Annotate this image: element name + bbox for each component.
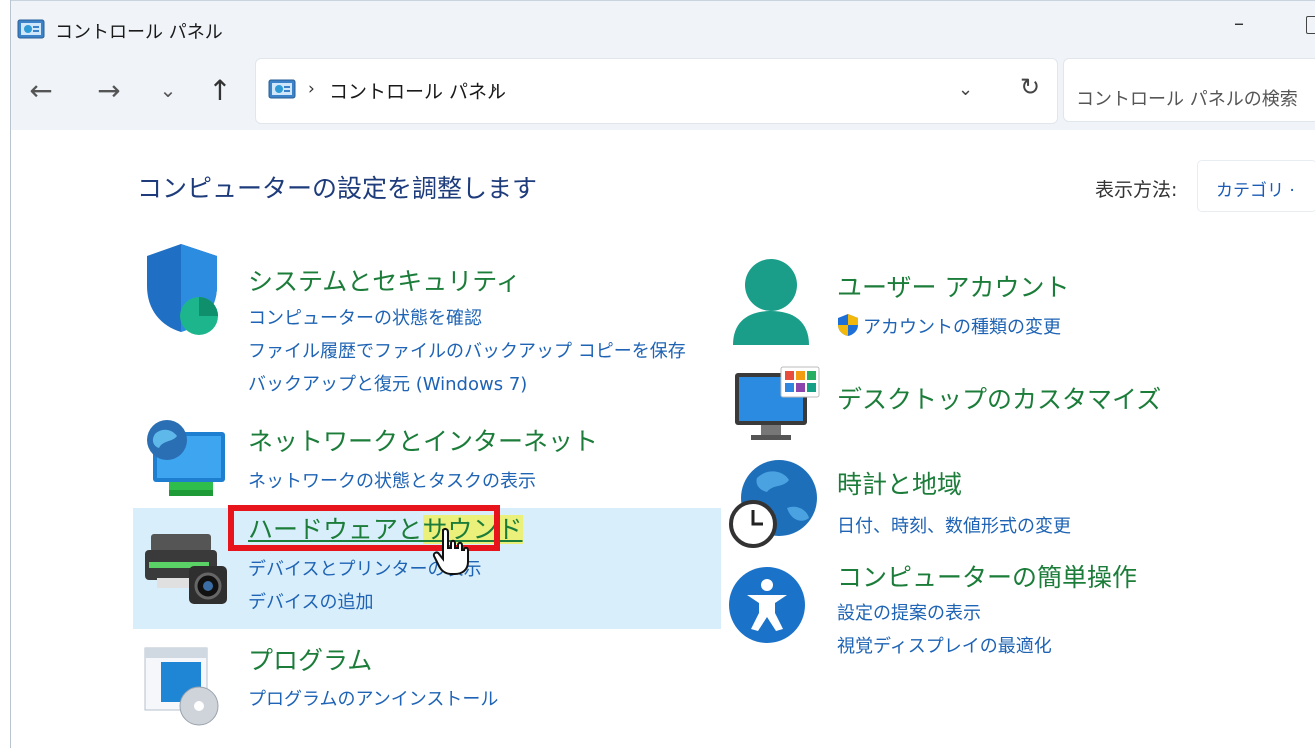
recent-locations-button[interactable]: ⌄ — [150, 70, 186, 110]
category-ease-of-access[interactable]: コンピューターの簡単操作 — [837, 558, 1137, 594]
link-file-history-backup[interactable]: ファイル履歴でファイルのバックアップ コピーを保存 — [248, 337, 686, 363]
link-optimize-display[interactable]: 視覚ディスプレイの最適化 — [837, 632, 1052, 658]
up-button[interactable]: ↑ — [202, 70, 238, 110]
category-user-accounts[interactable]: ユーザー アカウント — [837, 268, 1069, 304]
page-title: コンピューターの設定を調整します — [137, 174, 538, 203]
clock-globe-icon — [729, 460, 817, 548]
arrow-left-icon: ← — [29, 73, 53, 107]
address-dropdown-icon[interactable]: ⌄ — [958, 79, 973, 100]
uac-shield-icon — [838, 314, 858, 336]
ease-of-access-icon — [729, 567, 805, 643]
control-panel-icon — [268, 79, 296, 99]
minimize-button[interactable]: – — [1234, 11, 1244, 35]
user-account-icon — [733, 259, 809, 345]
hand-cursor-icon — [432, 527, 469, 575]
category-clock-region[interactable]: 時計と地域 — [837, 465, 962, 501]
network-icon — [147, 420, 225, 496]
back-button[interactable]: ← — [23, 70, 59, 110]
category-network-internet[interactable]: ネットワークとインターネット — [248, 422, 598, 458]
link-change-date-time-format[interactable]: 日付、時刻、数値形式の変更 — [837, 512, 1071, 538]
breadcrumb-separator[interactable]: › — [308, 79, 315, 99]
navigation-bar: ← → ⌄ ↑ › コントロール パネル › ⌄ ↻ — [11, 50, 1315, 130]
address-bar[interactable]: › コントロール パネル › ⌄ ↻ — [255, 58, 1058, 124]
view-by-dropdown[interactable]: カテゴリ · — [1197, 160, 1315, 212]
link-check-computer-status[interactable]: コンピューターの状態を確認 — [248, 304, 482, 330]
desktop-customize-icon — [735, 366, 820, 440]
maximize-button[interactable] — [1306, 16, 1315, 34]
link-backup-restore[interactable]: バックアップと復元 (Windows 7) — [248, 370, 527, 396]
title-bar: コントロール パネル – — [11, 0, 1315, 51]
chevron-down-icon: ⌄ — [159, 78, 177, 102]
shield-icon — [147, 244, 218, 335]
link-change-account-type[interactable]: アカウントの種類の変更 — [863, 313, 1061, 339]
category-desktop-customization[interactable]: デスクトップのカスタマイズ — [837, 380, 1161, 416]
window-title: コントロール パネル — [55, 22, 223, 43]
printer-icon — [145, 534, 227, 604]
arrow-up-icon: ↑ — [208, 73, 232, 107]
programs-icon — [144, 647, 219, 726]
link-uninstall-program[interactable]: プログラムのアンインストール — [248, 685, 498, 711]
link-network-status[interactable]: ネットワークの状態とタスクの表示 — [248, 467, 536, 493]
link-add-device[interactable]: デバイスの追加 — [248, 588, 373, 614]
link-suggested-settings[interactable]: 設定の提案の表示 — [837, 599, 981, 625]
refresh-icon[interactable]: ↻ — [1020, 73, 1040, 101]
category-system-security[interactable]: システムとセキュリティ — [248, 262, 521, 298]
search-input[interactable] — [1063, 58, 1315, 122]
breadcrumb-separator[interactable]: › — [491, 79, 498, 99]
breadcrumb-control-panel[interactable]: コントロール パネル — [329, 77, 506, 104]
forward-button[interactable]: → — [91, 70, 127, 110]
category-programs[interactable]: プログラム — [248, 641, 372, 677]
control-panel-icon — [17, 19, 45, 39]
control-panel-window: コントロール パネル – ← → ⌄ ↑ › コントロール パネル › ⌄ ↻ … — [10, 0, 1315, 748]
arrow-right-icon: → — [97, 73, 121, 107]
view-by-label: 表示方法: — [1095, 179, 1178, 201]
